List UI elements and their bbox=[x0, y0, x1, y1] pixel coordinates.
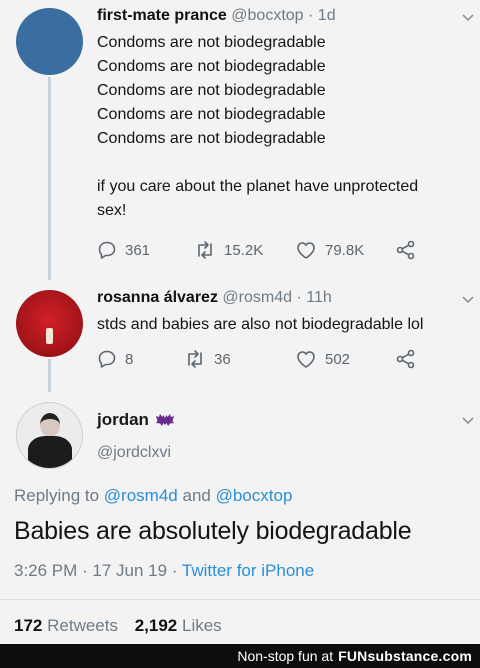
tweet-line: Condoms are not biodegradable bbox=[97, 34, 326, 51]
user-handle[interactable]: @bocxtop bbox=[231, 7, 303, 24]
share-button[interactable] bbox=[396, 349, 416, 369]
chevron-down-icon[interactable] bbox=[462, 296, 474, 304]
retweet-button[interactable]: 15.2K bbox=[194, 240, 263, 260]
divider bbox=[0, 599, 480, 600]
tweet-line: Condoms are not biodegradable bbox=[97, 130, 326, 147]
timestamp[interactable]: 3:26 PM · 17 Jun 19 · bbox=[14, 561, 177, 580]
retweet-total[interactable]: 172 bbox=[14, 616, 42, 635]
source-link[interactable]: Twitter for iPhone bbox=[182, 561, 314, 580]
like-total[interactable]: 2,192 bbox=[135, 616, 178, 635]
avatar[interactable] bbox=[16, 402, 83, 469]
avatar-figure bbox=[46, 328, 53, 344]
thread-line bbox=[48, 359, 51, 392]
mention-link[interactable]: @bocxtop bbox=[216, 486, 293, 505]
tweet-actions: 8 36 502 bbox=[97, 349, 437, 371]
separator: · bbox=[296, 289, 302, 306]
share-button[interactable] bbox=[396, 240, 416, 260]
watermark-prefix: Non-stop fun at bbox=[237, 648, 334, 664]
retweet-button[interactable]: 36 bbox=[184, 349, 231, 369]
tweet-header: rosanna álvarez @rosm4d · 11h bbox=[97, 289, 332, 307]
like-label[interactable]: Likes bbox=[182, 616, 222, 635]
like-button[interactable]: 79.8K bbox=[295, 240, 364, 260]
timestamp[interactable]: 1d bbox=[318, 7, 336, 24]
tweet-meta: 3:26 PM · 17 Jun 19 · Twitter for iPhone bbox=[14, 561, 314, 581]
avatar-head bbox=[40, 413, 60, 437]
watermark-brand[interactable]: FUNsubstance.com bbox=[338, 648, 472, 664]
like-count: 502 bbox=[325, 350, 351, 368]
bat-icon bbox=[155, 414, 174, 426]
tweet-actions: 361 15.2K 79.8K bbox=[97, 240, 437, 262]
user-handle[interactable]: @rosm4d bbox=[222, 289, 292, 306]
tweet-line bbox=[97, 151, 418, 175]
retweet-icon bbox=[198, 241, 212, 259]
mention-link[interactable]: @rosm4d bbox=[104, 486, 178, 505]
replying-to: Replying to @rosm4d and @bocxtop bbox=[14, 486, 292, 506]
retweet-count: 15.2K bbox=[224, 241, 264, 259]
reply-icon bbox=[98, 241, 116, 259]
user-name[interactable]: rosanna álvarez bbox=[97, 289, 218, 306]
tweet-line: sex! bbox=[97, 202, 127, 219]
tweet-line: Condoms are not biodegradable bbox=[97, 82, 326, 99]
reply-button[interactable]: 361 bbox=[97, 240, 150, 260]
user-handle[interactable]: @jordclxvi bbox=[97, 444, 171, 462]
retweet-icon bbox=[188, 350, 202, 368]
tweet-line: stds and babies are also not biodegradab… bbox=[97, 316, 424, 333]
reply-button[interactable]: 8 bbox=[97, 349, 133, 369]
avatar-body bbox=[28, 436, 72, 468]
tweet-header: first-mate prance @bocxtop · 1d bbox=[97, 7, 336, 25]
user-name[interactable]: first-mate prance bbox=[97, 7, 227, 24]
tweet-line: if you care about the planet have unprot… bbox=[97, 178, 419, 195]
user-name[interactable]: jordan bbox=[97, 410, 175, 430]
reply-count: 8 bbox=[125, 350, 134, 368]
tweet-text: stds and babies are also not biodegradab… bbox=[97, 313, 423, 337]
avatar[interactable] bbox=[16, 290, 83, 357]
thread-line bbox=[48, 77, 51, 280]
retweet-label[interactable]: Retweets bbox=[47, 616, 118, 635]
replying-prefix: Replying to bbox=[14, 486, 100, 505]
like-button[interactable]: 502 bbox=[295, 349, 350, 369]
chevron-down-icon[interactable] bbox=[462, 14, 474, 22]
tweet-line: Condoms are not biodegradable bbox=[97, 58, 326, 75]
tweet-stats: 172 Retweets 2,192 Likes bbox=[14, 616, 234, 636]
separator: · bbox=[308, 7, 314, 24]
heart-icon bbox=[297, 242, 315, 259]
tweet-text: Babies are absolutely biodegradable bbox=[14, 517, 412, 545]
avatar[interactable] bbox=[16, 8, 83, 75]
share-icon bbox=[396, 349, 415, 369]
like-count: 79.8K bbox=[325, 241, 365, 259]
reply-icon bbox=[98, 350, 116, 368]
share-icon bbox=[396, 240, 415, 260]
user-name-text: jordan bbox=[97, 410, 149, 429]
tweet-line: Condoms are not biodegradable bbox=[97, 106, 326, 123]
tweet-text: Condoms are not biodegradable Condoms ar… bbox=[97, 31, 418, 223]
watermark-bar: Non-stop fun at FUNsubstance.com bbox=[0, 644, 480, 668]
reply-count: 361 bbox=[125, 241, 151, 259]
timestamp[interactable]: 11h bbox=[306, 289, 332, 306]
replying-and: and bbox=[182, 486, 211, 505]
heart-icon bbox=[297, 351, 315, 368]
chevron-down-icon[interactable] bbox=[462, 417, 474, 425]
retweet-count: 36 bbox=[214, 350, 231, 368]
